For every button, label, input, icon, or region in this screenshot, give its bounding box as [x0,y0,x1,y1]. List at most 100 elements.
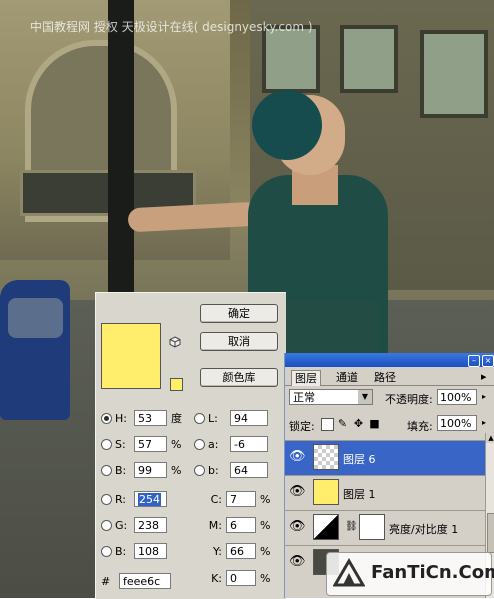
scrollbar-thumb[interactable] [487,513,494,553]
fill-arrow-icon[interactable]: ▸ [479,415,489,431]
lock-move-icon[interactable]: ✥ [353,418,364,429]
s-row: S: 57 % [101,435,183,453]
ok-button[interactable]: 确定 [200,304,278,323]
y-field[interactable]: 66 [226,543,256,559]
tab-paths[interactable]: 路径 [371,370,399,385]
k-label: K: [211,571,222,585]
tab-layers[interactable]: 图层 [291,370,321,386]
eye-icon[interactable]: 👁 [289,519,306,535]
panel-menu-icon[interactable]: ▸ [481,370,487,383]
watermark-text: 中国教程网 授权 天极设计在线( designyesky.com ) [30,20,313,34]
close-icon[interactable]: × [482,355,494,367]
l-field[interactable]: 94 [230,410,268,426]
h-unit: 度 [171,412,182,425]
fill-label: 填充: [407,420,433,433]
layer-row[interactable]: 👁 图层 1 [285,475,485,510]
chevron-down-icon: ▼ [358,390,372,404]
a-field[interactable]: -6 [230,436,268,452]
lab-b-radio[interactable] [194,464,205,476]
layer-thumbnail [313,444,339,470]
building-window [262,25,320,93]
out-of-gamut-cube-icon[interactable] [169,336,181,348]
lock-transparent-icon[interactable] [321,418,334,431]
hex-row: # feee6c [101,572,171,590]
s-label: S: [115,437,126,451]
g-row: G: 238 [101,516,167,534]
r-radio[interactable] [101,493,112,505]
b-field[interactable]: 99 [134,462,167,478]
cancel-button[interactable]: 取消 [200,332,278,351]
c-field[interactable]: 7 [226,491,256,507]
b-row: B: 99 % [101,461,183,479]
c-row: C: 7 % [206,490,272,508]
watermark-logo: FanTiCn.Com [326,552,494,596]
m-label: M: [208,518,222,532]
blend-mode-select[interactable]: 正常 ▼ [289,389,373,405]
color-picker-dialog: 确定 取消 颜色库 H: 53 度 S: 57 % B: 99 % L: 94 … [95,292,286,599]
l-radio[interactable] [194,412,205,424]
minimize-icon[interactable]: – [468,355,480,367]
g-radio[interactable] [101,519,112,531]
panel-titlebar[interactable]: – × [285,353,494,367]
color-libraries-button[interactable]: 颜色库 [200,368,278,387]
l-row: L: 94 [194,409,268,427]
layer-row[interactable]: 👁 图层 6 [285,440,485,475]
s-field[interactable]: 57 [134,436,167,452]
lock-brush-icon[interactable]: ✎ [337,418,348,429]
layer-row[interactable]: 👁 ⛓ 亮度/对比度 1 [285,510,485,545]
hex-label: # [101,574,111,588]
s-unit: % [171,437,182,451]
y-row: Y: 66 % [206,542,272,560]
rgb-b-label: B: [115,544,127,558]
lab-b-row: b: 64 [194,461,268,479]
new-color-swatch [101,323,161,389]
layer-thumbnail [313,479,339,505]
layer-name: 图层 1 [343,488,376,501]
lock-all-icon[interactable]: ■ [369,418,380,429]
m-field[interactable]: 6 [226,517,256,533]
h-field[interactable]: 53 [134,410,167,426]
opacity-label: 不透明度: [385,393,433,406]
eye-icon[interactable]: 👁 [289,484,306,500]
building-window [420,30,488,118]
m-row: M: 6 % [206,516,272,534]
h-label: H: [115,411,127,425]
mask-thumbnail [359,514,385,540]
watermark-logo-text: FanTiCn.Com [371,562,494,583]
c-unit: % [260,492,271,506]
l-label: L: [208,411,218,425]
s-radio[interactable] [101,438,112,450]
k-unit: % [260,571,271,585]
b-radio[interactable] [101,464,112,476]
opacity-arrow-icon[interactable]: ▸ [479,389,489,405]
tab-channels[interactable]: 通道 [333,370,361,385]
panel-tabs: 图层 通道 路径 ▸ [285,369,494,386]
rgb-b-radio[interactable] [101,545,112,557]
lab-b-field[interactable]: 64 [230,462,268,478]
y-unit: % [260,544,271,558]
a-label: a: [208,437,219,451]
layer-name: 亮度/对比度 1 [389,523,459,536]
rgb-b-field[interactable]: 108 [134,543,167,559]
link-icon: ⛓ [345,521,358,532]
fill-field[interactable]: 100% [437,415,477,431]
rgb-b-row: B: 108 [101,542,167,560]
m-unit: % [260,518,271,532]
opacity-field[interactable]: 100% [437,389,477,405]
c-label: C: [210,492,222,506]
h-radio[interactable] [101,412,112,424]
h-row: H: 53 度 [101,409,183,427]
r-field[interactable]: 254 [134,491,167,507]
hex-field[interactable]: feee6c [119,573,171,589]
eye-icon[interactable]: 👁 [289,449,306,465]
gamut-color-swatch[interactable] [170,378,183,391]
g-field[interactable]: 238 [134,517,167,533]
scroll-up-icon[interactable]: ▲ [486,433,494,443]
eye-icon[interactable]: 👁 [289,554,306,570]
a-radio[interactable] [194,438,205,450]
r-value: 254 [138,493,161,506]
k-row: K: 0 % [206,569,272,587]
woman-headscarf [252,90,322,160]
b-label: B: [115,463,127,477]
k-field[interactable]: 0 [226,570,256,586]
